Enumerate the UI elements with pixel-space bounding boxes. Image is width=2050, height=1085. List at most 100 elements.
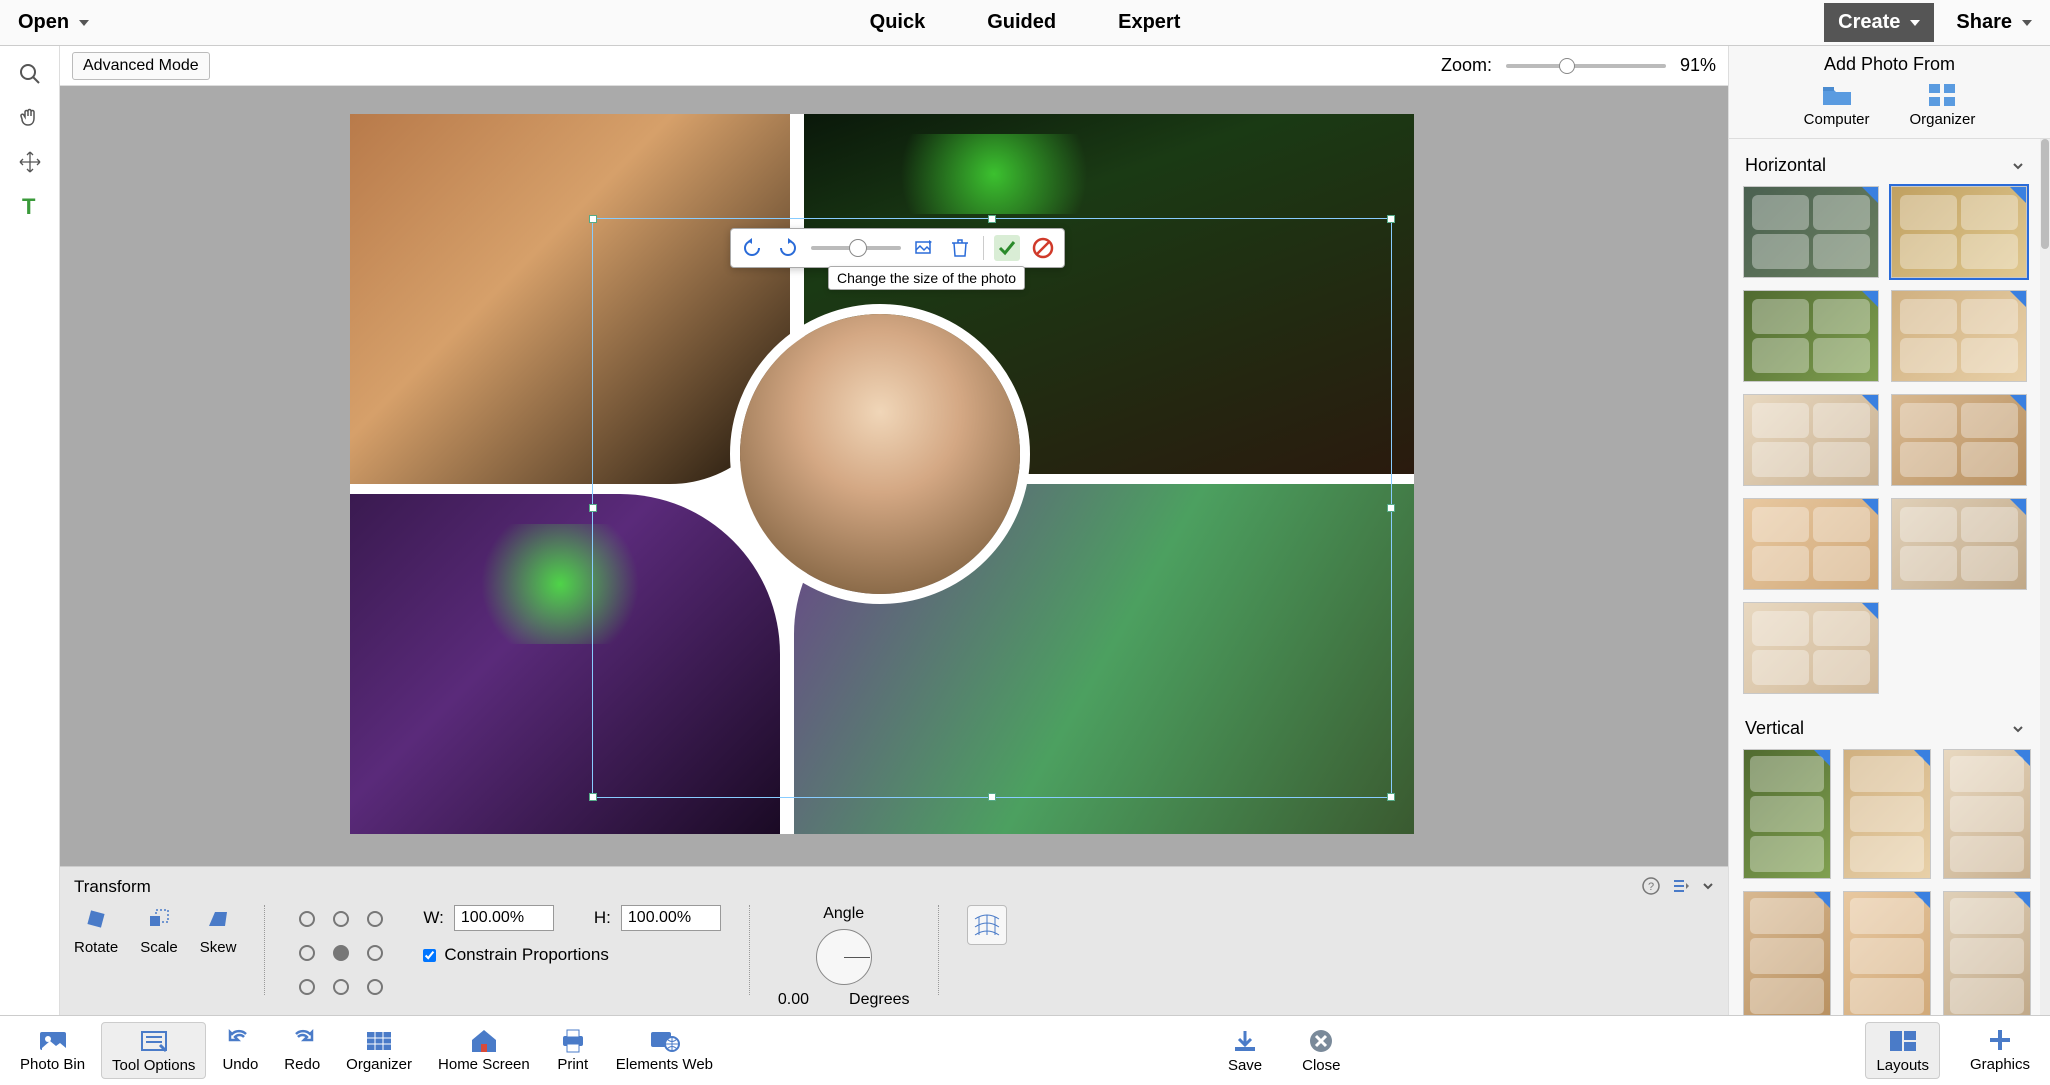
rotate-left-button[interactable] (739, 235, 765, 261)
zoom-slider-thumb[interactable] (1559, 58, 1575, 74)
width-input[interactable] (454, 905, 554, 931)
rotate-mode-button[interactable]: Rotate (74, 905, 118, 956)
commit-button[interactable] (994, 235, 1020, 261)
canvas[interactable]: Change the size of the photo (60, 86, 1728, 866)
anchor-center[interactable] (333, 945, 349, 961)
layout-thumb-v-2[interactable] (1943, 749, 2031, 879)
constrain-proportions[interactable]: Constrain Proportions (423, 945, 720, 965)
anchor-bl[interactable] (299, 979, 315, 995)
bb-photo-bin[interactable]: Photo Bin (10, 1022, 95, 1079)
zoom-tool[interactable] (10, 54, 50, 94)
anchor-tc[interactable] (333, 911, 349, 927)
bb-label-tool-options: Tool Options (112, 1057, 195, 1074)
layout-thumb-v-5[interactable] (1943, 891, 2031, 1015)
bb-label-photo-bin: Photo Bin (20, 1056, 85, 1073)
layout-thumb-v-1[interactable] (1843, 749, 1931, 879)
collage-cell-center[interactable] (730, 304, 1030, 604)
collage-document[interactable]: Change the size of the photo (350, 114, 1414, 834)
layout-thumb-v-3[interactable] (1743, 891, 1831, 1015)
layout-thumb-h-0[interactable] (1743, 186, 1879, 278)
bb-elements-web[interactable]: Elements Web (606, 1022, 723, 1079)
share-button[interactable]: Share (1948, 7, 2040, 38)
tool-options-icon (137, 1027, 171, 1055)
mode-tab-quick[interactable]: Quick (864, 7, 932, 38)
bb-home-screen[interactable]: Home Screen (428, 1022, 540, 1079)
panel-menu-icon[interactable] (1672, 877, 1690, 895)
bb-close[interactable]: Close (1292, 1023, 1350, 1078)
move-icon (18, 150, 42, 174)
add-from-computer[interactable]: Computer (1804, 83, 1870, 128)
section-vertical[interactable]: Vertical (1743, 712, 2034, 749)
anchor-bc[interactable] (333, 979, 349, 995)
mode-tabs: Quick Guided Expert (864, 7, 1187, 38)
rotate-right-button[interactable] (775, 235, 801, 261)
bb-tool-options[interactable]: Tool Options (101, 1022, 206, 1079)
angle-dial[interactable] (816, 929, 872, 985)
mode-tab-guided[interactable]: Guided (981, 7, 1062, 38)
zoom-label: Zoom: (1441, 55, 1492, 76)
warp-button[interactable] (967, 905, 1007, 945)
svg-text:T: T (22, 194, 36, 218)
anchor-tr[interactable] (367, 911, 383, 927)
bb-undo[interactable]: Undo (212, 1022, 268, 1079)
section-horizontal[interactable]: Horizontal (1743, 149, 2034, 186)
collage-cell-1[interactable] (350, 114, 790, 484)
layout-thumb-v-4[interactable] (1843, 891, 1931, 1015)
size-slider[interactable] (811, 246, 901, 250)
advanced-mode-toggle[interactable]: Advanced Mode (72, 52, 210, 80)
anchor-grid[interactable] (293, 905, 389, 1001)
move-tool[interactable] (10, 142, 50, 182)
layout-thumb-h-5[interactable] (1891, 394, 2027, 486)
grid-icon (1928, 83, 1956, 107)
mode-tab-expert[interactable]: Expert (1112, 7, 1186, 38)
layout-thumb-v-0[interactable] (1743, 749, 1831, 879)
bb-save[interactable]: Save (1218, 1023, 1272, 1078)
layout-thumb-h-1[interactable] (1891, 186, 2027, 278)
bb-redo[interactable]: Redo (274, 1022, 330, 1079)
bb-layouts[interactable]: Layouts (1865, 1022, 1940, 1079)
layouts-scroll[interactable]: Horizontal Vertical (1729, 139, 2040, 1015)
photo-bin-icon (36, 1026, 70, 1054)
bb-organizer[interactable]: Organizer (336, 1022, 422, 1079)
scrollbar-thumb[interactable] (2041, 139, 2049, 249)
add-from-organizer[interactable]: Organizer (1910, 83, 1976, 128)
layout-thumb-h-3[interactable] (1891, 290, 2027, 382)
create-button[interactable]: Create (1824, 3, 1934, 42)
anchor-mr[interactable] (367, 945, 383, 961)
trash-icon (951, 238, 969, 258)
layout-thumb-h-8[interactable] (1743, 602, 1879, 694)
anchor-br[interactable] (367, 979, 383, 995)
magnifier-icon (18, 62, 42, 86)
constrain-checkbox[interactable] (423, 949, 436, 962)
bb-label-graphics: Graphics (1970, 1056, 2030, 1073)
add-photo-title: Add Photo From (1729, 46, 2050, 79)
hand-tool[interactable] (10, 98, 50, 138)
help-icon[interactable]: ? (1642, 877, 1660, 895)
transform-title: Transform (74, 877, 1714, 897)
photo-edit-toolbar[interactable] (730, 228, 1065, 268)
delete-button[interactable] (947, 235, 973, 261)
anchor-ml[interactable] (299, 945, 315, 961)
text-tool[interactable]: T (10, 186, 50, 226)
layout-thumb-h-2[interactable] (1743, 290, 1879, 382)
scrollbar-track[interactable] (2040, 139, 2050, 1015)
rotate-right-icon (778, 238, 798, 258)
layout-thumb-h-7[interactable] (1891, 498, 2027, 590)
bb-print[interactable]: Print (546, 1022, 600, 1079)
size-slider-thumb[interactable] (849, 239, 867, 257)
anchor-tl[interactable] (299, 911, 315, 927)
bb-graphics[interactable]: Graphics (1960, 1022, 2040, 1079)
vertical-label: Vertical (1745, 718, 1804, 739)
zoom-slider[interactable] (1506, 64, 1666, 68)
collage-cell-3[interactable] (350, 494, 780, 834)
skew-mode-button[interactable]: Skew (200, 905, 237, 956)
replace-photo-button[interactable] (911, 235, 937, 261)
height-input[interactable] (621, 905, 721, 931)
open-label: Open (18, 11, 69, 34)
layout-thumb-h-6[interactable] (1743, 498, 1879, 590)
collapse-icon[interactable] (1702, 880, 1714, 892)
open-menu[interactable]: Open (10, 7, 97, 38)
scale-mode-button[interactable]: Scale (140, 905, 178, 956)
layout-thumb-h-4[interactable] (1743, 394, 1879, 486)
cancel-button[interactable] (1030, 235, 1056, 261)
